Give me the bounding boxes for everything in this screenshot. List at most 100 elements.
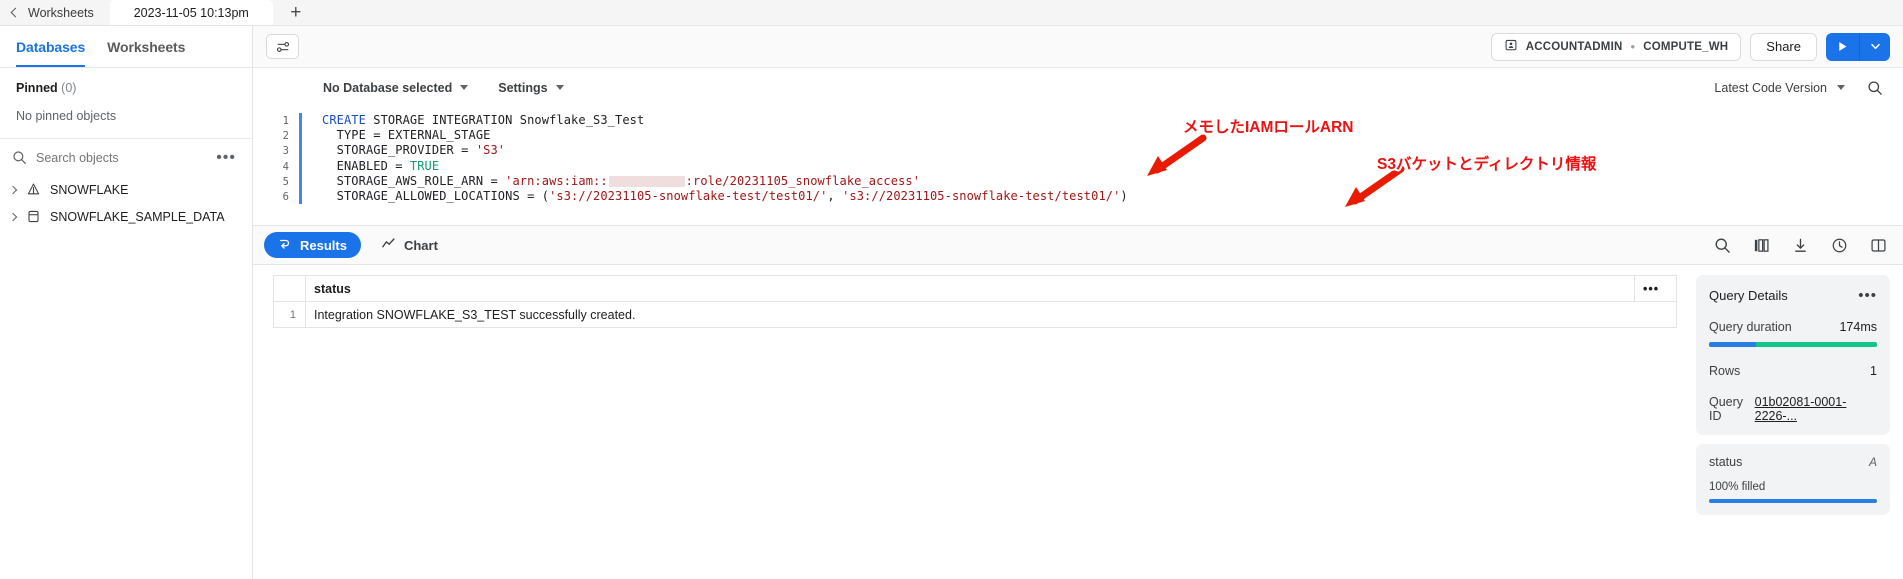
filter-button[interactable]	[266, 34, 299, 59]
sidebar-item-snowflake-sample-data-label: SNOWFLAKE_SAMPLE_DATA	[50, 209, 225, 224]
table-more-button[interactable]: •••	[1634, 275, 1677, 302]
tab-results[interactable]: Results	[264, 232, 361, 258]
role-label: ACCOUNTADMIN	[1525, 40, 1623, 53]
columns-icon[interactable]	[1753, 237, 1770, 254]
plus-icon: +	[290, 1, 302, 23]
chevron-right-icon[interactable]	[8, 185, 18, 194]
role-warehouse-chip[interactable]: ACCOUNTADMIN • COMPUTE_WH	[1490, 32, 1742, 61]
new-tab-button[interactable]: +	[273, 0, 319, 25]
toolbar-right-group: ACCOUNTADMIN • COMPUTE_WH Share	[1490, 32, 1890, 61]
search-objects-input[interactable]	[36, 150, 204, 165]
sidebar-more-button[interactable]: •••	[212, 149, 240, 165]
active-block-indicator	[299, 158, 302, 174]
row-number-header	[273, 275, 306, 302]
line-number: 6	[282, 190, 289, 203]
worksheet-tab-label: 2023-11-05 10:13pm	[133, 5, 249, 20]
code-text: STORAGE_AWS_ROLE_ARN = 'arn:aws:iam:::ro…	[322, 173, 921, 188]
app-body: Databases Worksheets Pinned (0) No pinne…	[0, 26, 1903, 579]
table-row[interactable]: 1 Integration SNOWFLAKE_S3_TEST successf…	[273, 301, 1677, 328]
code-version-label: Latest Code Version	[1714, 80, 1827, 95]
code-line[interactable]: 4 ENABLED = TRUE	[253, 158, 1903, 174]
query-details-more-button[interactable]: •••	[1858, 288, 1877, 303]
active-block-indicator	[299, 173, 302, 189]
duration-bar-green-segment	[1756, 342, 1877, 347]
chevron-right-icon[interactable]	[8, 212, 18, 221]
database-icon	[26, 209, 41, 224]
search-objects-row[interactable]: •••	[0, 139, 252, 176]
sidebar-tab-databases[interactable]: Databases	[16, 39, 85, 67]
query-id-label: Query ID	[1709, 395, 1744, 423]
rows-row: Rows 1	[1709, 364, 1877, 378]
browser-tab-bar: Worksheets 2023-11-05 10:13pm +	[0, 0, 1903, 26]
badge-icon	[1504, 38, 1518, 55]
settings-selector-label: Settings	[498, 80, 548, 95]
settings-selector[interactable]: Settings	[498, 80, 564, 95]
query-id-link[interactable]: 01b02081-0001-2226-...	[1755, 395, 1847, 423]
cell-status: Integration SNOWFLAKE_S3_TEST successful…	[305, 301, 1677, 328]
query-details-header: Query Details •••	[1709, 288, 1877, 304]
chip-separator: •	[1630, 39, 1636, 54]
download-icon[interactable]	[1792, 237, 1809, 254]
sql-editor[interactable]: 1 CREATE STORAGE INTEGRATION Snowflake_S3…	[253, 107, 1903, 225]
query-details-pane: Query Details ••• Query duration 174ms R…	[1690, 265, 1903, 579]
line-number: 5	[282, 175, 289, 188]
code-text: ENABLED = TRUE	[322, 158, 440, 173]
sidebar-item-snowflake[interactable]: SNOWFLAKE	[0, 176, 252, 203]
query-duration-bar	[1709, 342, 1877, 347]
chevron-down-icon	[1870, 43, 1880, 50]
editor-meta-bar: No Database selected Settings Latest Cod…	[253, 68, 1903, 107]
column-header-status[interactable]: status	[305, 275, 1635, 302]
panel-icon[interactable]	[1870, 237, 1887, 254]
code-line[interactable]: 3 STORAGE_PROVIDER = 'S3'	[253, 143, 1903, 159]
back-to-worksheets-label: Worksheets	[28, 5, 94, 20]
warehouse-label: COMPUTE_WH	[1643, 40, 1729, 53]
code-version-selector[interactable]: Latest Code Version	[1714, 81, 1845, 95]
sidebar-tabs: Databases Worksheets	[0, 26, 252, 68]
line-number: 4	[282, 160, 289, 173]
database-selector[interactable]: No Database selected	[323, 81, 469, 95]
sidebar-item-snowflake-label: SNOWFLAKE	[50, 182, 129, 197]
redacted-account-id	[608, 175, 685, 187]
snowflake-icon	[26, 182, 41, 197]
rows-value: 1	[1870, 364, 1877, 378]
line-number: 3	[282, 145, 289, 158]
search-icon	[12, 150, 27, 165]
no-pinned-message: No pinned objects	[16, 109, 117, 123]
history-icon[interactable]	[1831, 237, 1848, 254]
back-to-worksheets-button[interactable]: Worksheets	[0, 0, 110, 25]
query-details-card: Query Details ••• Query duration 174ms R…	[1696, 275, 1890, 435]
code-line[interactable]: 1 CREATE STORAGE INTEGRATION Snowflake_S3…	[253, 113, 1903, 129]
code-text: CREATE STORAGE INTEGRATION Snowflake_S3_…	[322, 113, 645, 127]
code-line[interactable]: 5 STORAGE_AWS_ROLE_ARN = 'arn:aws:iam:::…	[253, 173, 1903, 189]
editor-search-icon[interactable]	[1867, 80, 1883, 96]
query-duration-label: Query duration	[1709, 320, 1792, 334]
duration-bar-blue-segment	[1709, 342, 1757, 347]
active-block-indicator	[299, 188, 302, 205]
results-toolbar: Results Chart	[253, 225, 1903, 265]
chevron-down-icon	[460, 85, 469, 90]
code-text: TYPE = EXTERNAL_STAGE	[322, 128, 491, 143]
sql-code-lines: 1 CREATE STORAGE INTEGRATION Snowflake_S3…	[253, 113, 1903, 205]
query-details-title: Query Details	[1709, 288, 1788, 303]
sidebar-tab-worksheets[interactable]: Worksheets	[107, 39, 185, 67]
search-icon[interactable]	[1714, 237, 1731, 254]
share-button[interactable]: Share	[1750, 32, 1817, 61]
code-line[interactable]: 6 STORAGE_ALLOWED_LOCATIONS = ('s3://202…	[253, 188, 1903, 205]
results-table: status ••• 1 Integration SNOWFLAKE_S3_TE…	[273, 275, 1677, 328]
sidebar-item-snowflake-sample-data[interactable]: SNOWFLAKE_SAMPLE_DATA	[0, 203, 252, 230]
query-id-value[interactable]: 01b02081-0001-2226-...	[1755, 395, 1877, 423]
editor-meta-right: Latest Code Version	[1714, 80, 1883, 96]
column-type-icon: A	[1868, 455, 1877, 469]
results-area: status ••• 1 Integration SNOWFLAKE_S3_TE…	[253, 265, 1903, 579]
chevron-left-icon	[10, 7, 21, 18]
tab-results-label: Results	[300, 237, 347, 253]
code-line[interactable]: 2 TYPE = EXTERNAL_STAGE	[253, 128, 1903, 144]
table-header-row: status •••	[273, 275, 1677, 302]
play-icon	[1839, 42, 1847, 51]
tab-chart[interactable]: Chart	[367, 232, 452, 258]
main-panel: ACCOUNTADMIN • COMPUTE_WH Share No Datab…	[253, 26, 1903, 579]
run-button[interactable]	[1826, 32, 1860, 61]
run-options-button[interactable]	[1860, 32, 1890, 61]
sidebar-tab-worksheets-label: Worksheets	[107, 39, 186, 55]
worksheet-tab[interactable]: 2023-11-05 10:13pm	[109, 0, 273, 25]
